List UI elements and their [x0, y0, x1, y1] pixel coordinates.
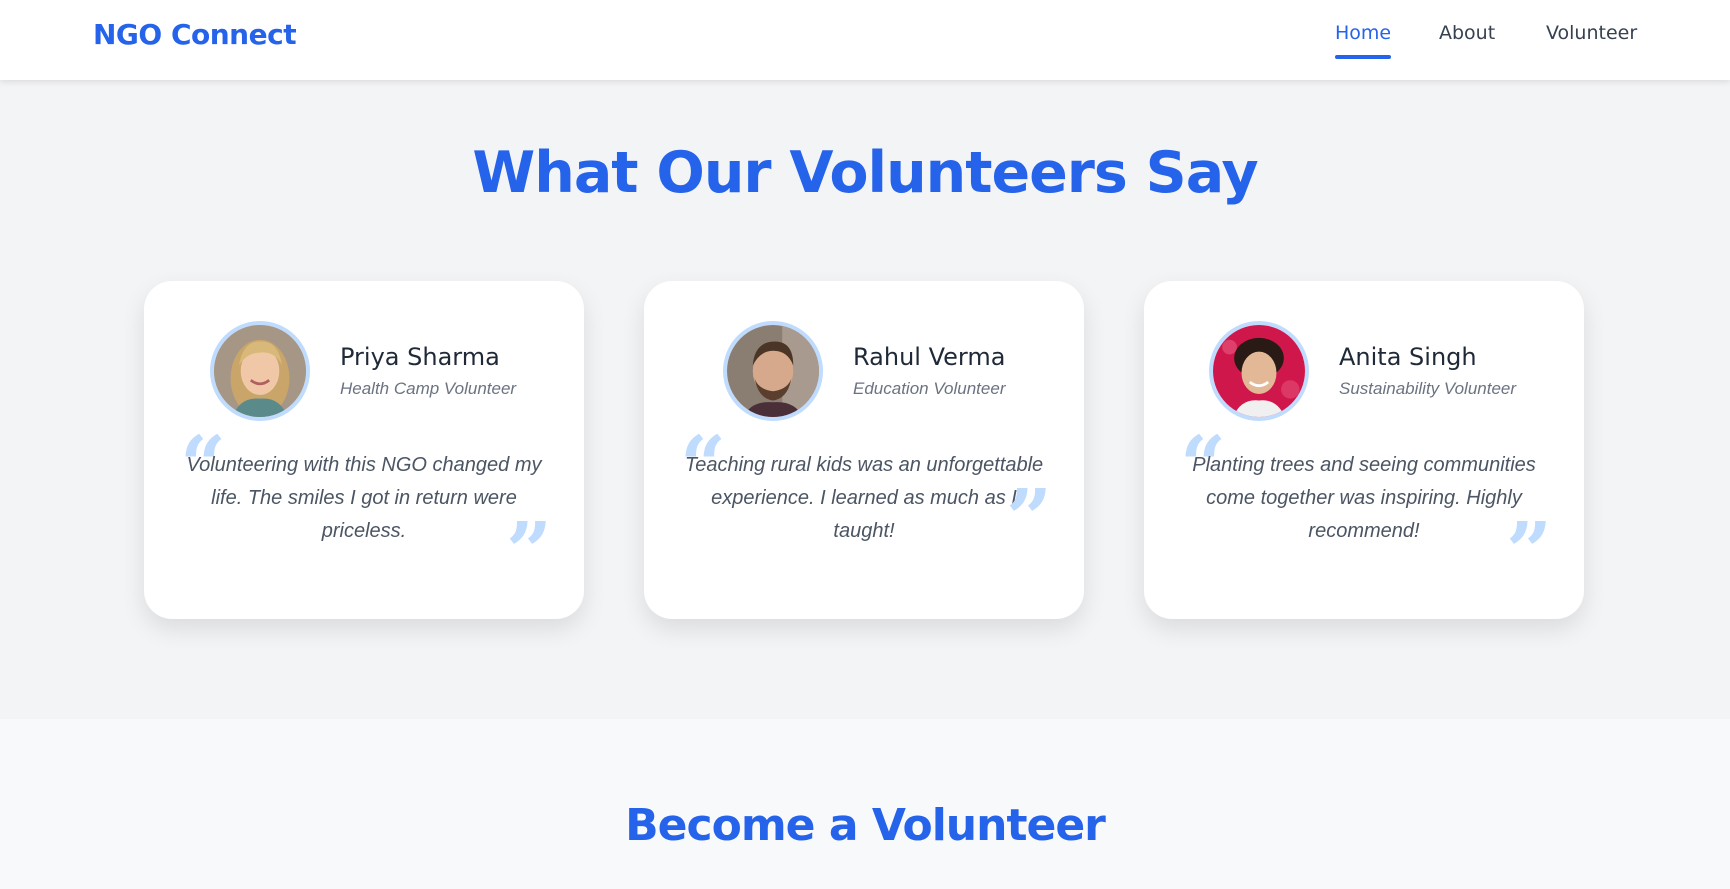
nav-link-volunteer[interactable]: Volunteer — [1546, 22, 1637, 44]
nav-link-home[interactable]: Home — [1335, 22, 1392, 59]
nav-link-about[interactable]: About — [1439, 22, 1495, 44]
testimonial-quote: Planting trees and seeing communities co… — [1192, 454, 1536, 542]
testimonial-quote: Teaching rural kids was an unforgettable… — [684, 454, 1044, 542]
volunteer-name: Priya Sharma — [340, 343, 500, 371]
navbar: NGO Connect Home About Volunteer — [0, 0, 1730, 80]
testimonial-card: Priya Sharma Health Camp Volunteer “ Vol… — [144, 281, 584, 619]
volunteer-name: Anita Singh — [1339, 343, 1477, 371]
volunteer-section-title: Become a Volunteer — [625, 800, 1106, 851]
testimonial-card: Rahul Verma Education Volunteer “ Teachi… — [644, 281, 1084, 619]
active-nav-indicator — [1335, 55, 1392, 59]
testimonial-card: Anita Singh Sustainability Volunteer “ P… — [1144, 281, 1584, 619]
quote-close-icon: ” — [1506, 504, 1553, 598]
testimonial-quote: Volunteering with this NGO changed my li… — [186, 454, 542, 542]
testimonials-title: What Our Volunteers Say — [472, 140, 1258, 206]
avatar — [723, 321, 823, 421]
volunteer-role: Sustainability Volunteer — [1339, 379, 1517, 398]
volunteer-role: Health Camp Volunteer — [340, 379, 517, 398]
nav-link-home-label: Home — [1335, 22, 1392, 44]
quote-close-icon: ” — [1006, 471, 1053, 565]
avatar — [1209, 321, 1309, 421]
brand-logo[interactable]: NGO Connect — [93, 18, 297, 51]
avatar — [210, 321, 310, 421]
quote-close-icon: ” — [506, 504, 553, 598]
volunteer-role: Education Volunteer — [853, 379, 1006, 398]
volunteer-name: Rahul Verma — [853, 343, 1006, 371]
